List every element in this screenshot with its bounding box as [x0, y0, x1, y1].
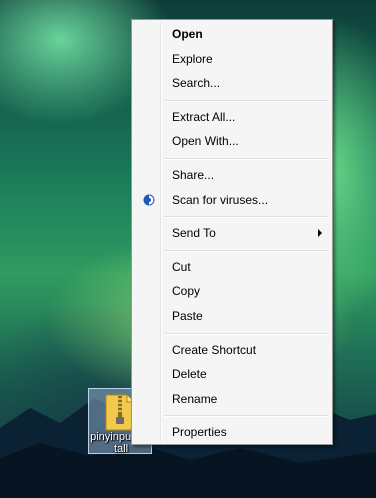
- menu-item-rename[interactable]: Rename: [134, 388, 330, 410]
- menu-separator: [164, 415, 328, 418]
- menu-item-send-to[interactable]: Send To: [134, 222, 330, 244]
- menu-separator: [164, 158, 328, 160]
- menu-item-copy[interactable]: Copy: [134, 280, 330, 302]
- menu-item-label: Properties: [172, 425, 227, 440]
- menu-item-label: Share...: [172, 168, 215, 182]
- menu-item-label: Open With...: [172, 134, 239, 149]
- menu-item-scan-for-viruses[interactable]: Scan for viruses...: [134, 189, 330, 211]
- menu-item-label: Send To: [172, 226, 216, 241]
- menu-item-label: Search...: [172, 76, 221, 91]
- menu-item-cut[interactable]: Cut: [134, 256, 330, 278]
- menu-item-properties[interactable]: Properties: [134, 421, 330, 443]
- desktop-background[interactable]: pinyinput-install Open Explore Search... Ex…: [0, 0, 376, 498]
- antivirus-shield-icon: [143, 194, 155, 206]
- menu-item-label: Extract All...: [172, 109, 236, 124]
- menu-item-share[interactable]: Share...: [134, 164, 330, 186]
- menu-item-label: Explore: [172, 51, 213, 66]
- menu-item-label: Copy: [172, 284, 201, 299]
- menu-item-paste[interactable]: Paste: [134, 305, 330, 327]
- menu-item-extract-all[interactable]: Extract All...: [134, 106, 330, 128]
- menu-item-label: Cut: [172, 259, 191, 274]
- menu-item-label: Rename: [172, 391, 218, 406]
- menu-item-label: Scan for viruses...: [172, 192, 269, 207]
- menu-item-label: Paste: [172, 309, 203, 323]
- menu-item-label: Create Shortcut: [172, 342, 257, 357]
- menu-item-create-shortcut[interactable]: Create Shortcut: [134, 339, 330, 361]
- menu-separator: [164, 99, 328, 102]
- submenu-arrow-icon: [318, 229, 322, 238]
- menu-item-open-with[interactable]: Open With...: [134, 130, 330, 152]
- menu-item-label: Delete: [172, 367, 207, 382]
- menu-item-search[interactable]: Search...: [134, 72, 330, 94]
- menu-item-explore[interactable]: Explore: [134, 48, 330, 70]
- menu-item-delete[interactable]: Delete: [134, 363, 330, 385]
- menu-separator: [164, 216, 328, 219]
- menu-item-open[interactable]: Open: [134, 23, 330, 45]
- menu-separator: [164, 249, 328, 252]
- menu-separator: [164, 332, 328, 335]
- context-menu: Open Explore Search... Extract All... Open W…: [131, 19, 333, 445]
- menu-item-label: Open: [172, 27, 203, 41]
